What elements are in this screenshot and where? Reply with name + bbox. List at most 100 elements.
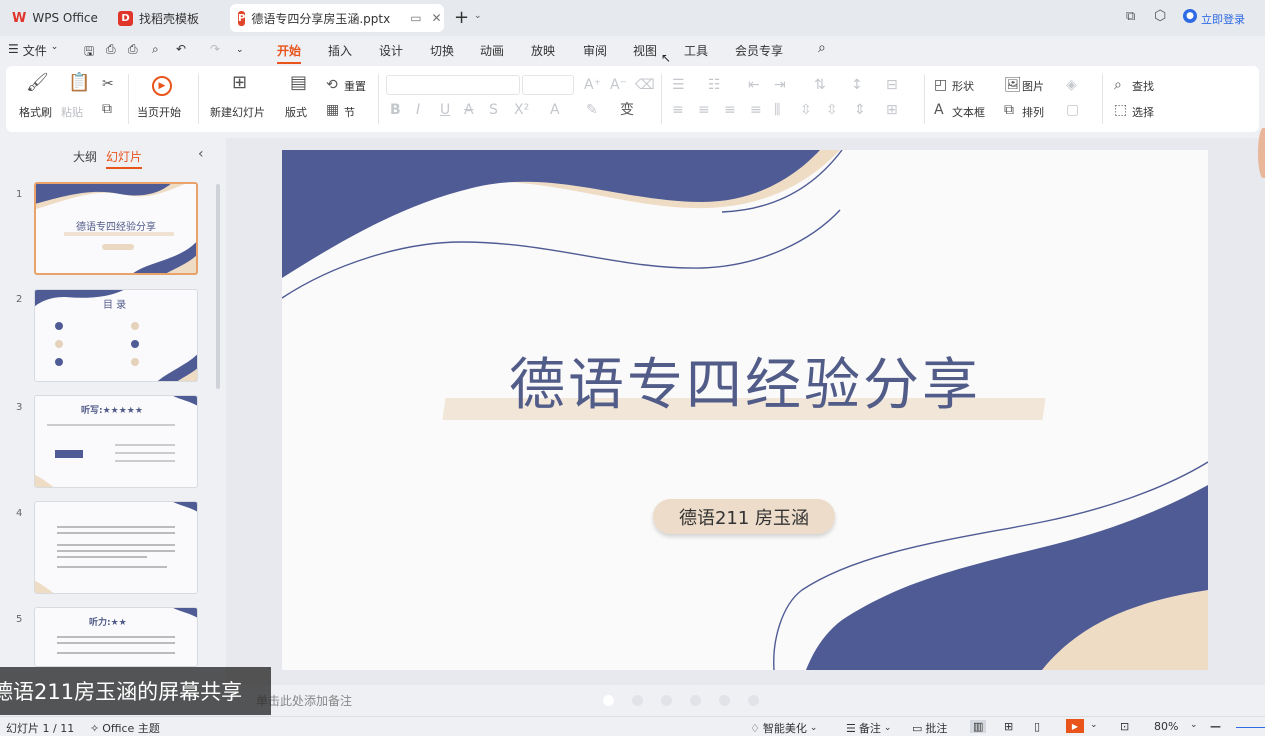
font-family-select[interactable] [386,75,520,95]
print-preview-icon[interactable]: ⌕ [152,42,159,57]
save-icon[interactable]: 🖫 [84,42,94,63]
decrease-indent-icon[interactable]: ⇤ [748,78,760,92]
play-from-current-button[interactable]: 当页开始 [137,104,181,120]
reset-button[interactable]: 重置 [344,78,366,94]
export-pdf-icon[interactable]: ⎙ [106,42,116,57]
highlight-icon[interactable]: ✎ [586,103,598,117]
underline-icon[interactable]: U [440,103,450,117]
slide-thumbnail-4[interactable] [34,501,198,594]
page-dot[interactable] [661,695,672,706]
page-dot[interactable] [632,695,643,706]
superscript-icon[interactable]: X² [514,103,529,117]
normal-view-icon[interactable]: ▥ [970,720,987,733]
file-menu[interactable]: ☰ 文件 ⌄ [8,42,58,59]
reading-view-icon[interactable]: ▯ [1034,720,1040,733]
monitor-icon[interactable]: ▭ [410,11,421,25]
chevron-down-icon[interactable]: ⌄ [1090,720,1098,730]
layout-button[interactable]: 版式 [285,104,307,120]
zoom-out-icon[interactable]: — [1210,720,1221,733]
textbox-button[interactable]: 文本框 [952,104,985,120]
user-avatar-icon[interactable]: ● [1183,9,1197,23]
decrease-font-icon[interactable]: A⁻ [610,78,627,92]
comments-button[interactable]: ▭ 批注 [912,720,947,736]
numbered-list-icon[interactable]: ☷ [708,78,721,92]
new-slide-button[interactable]: 新建幻灯片 [210,104,265,120]
scrollbar-thumb[interactable] [216,184,220,389]
fit-window-icon[interactable]: ⊡ [1120,720,1129,733]
window-restore-icon[interactable]: ⧉ [1126,9,1135,24]
login-link[interactable]: 立即登录 [1201,11,1245,27]
paste-icon[interactable]: 📋 [68,74,90,92]
shape-button[interactable]: 形状 [952,78,974,94]
slide-title[interactable]: 德语专四经验分享 [282,340,1208,421]
close-tab-icon[interactable]: ✕ [432,11,442,25]
picture-button[interactable]: 图片 [1022,78,1044,94]
new-slide-icon[interactable]: ⊞ [232,74,247,92]
shadow-icon[interactable]: S [489,103,498,117]
copy-icon[interactable]: ⧉ [102,102,112,116]
paragraph-settings-icon[interactable]: ⇕ [854,103,866,117]
bullet-list-icon[interactable]: ☰ [672,78,685,92]
columns-icon[interactable]: ⊞ [886,103,898,117]
fill-color-icon[interactable]: ◈ [1066,78,1077,92]
notes-toggle-button[interactable]: ☰ 备注 ⌄ [846,720,891,736]
bold-icon[interactable]: B [390,103,401,117]
tab-docer-templates[interactable]: D 找稻壳模板 [110,4,226,32]
clear-format-icon[interactable]: ⌫ [635,78,655,92]
page-dot-active[interactable] [603,695,614,706]
cube-icon[interactable]: ⬡ [1154,8,1166,24]
slides-tab[interactable]: 幻灯片 [106,148,143,169]
menu-tab-review[interactable]: 审阅 [583,42,607,59]
redo-icon[interactable]: ↷ [210,42,220,56]
theme-indicator[interactable]: ✧ Office 主题 [90,720,160,736]
search-icon[interactable]: ⌕ [818,40,826,56]
collapse-pane-icon[interactable]: ‹ [198,146,204,162]
slide-thumbnail-3[interactable]: 听写:★★★★★ [34,395,198,488]
sort-icon[interactable]: ↕ [851,78,863,92]
smart-beautify-button[interactable]: ♢ 智能美化 ⌄ [750,720,817,736]
increase-font-icon[interactable]: A⁺ [584,78,601,92]
slide-thumbnail-1[interactable]: 德语专四经验分享 [34,182,198,275]
tab-wps-office[interactable]: W WPS Office [4,4,104,32]
menu-tab-slideshow[interactable]: 放映 [531,42,555,59]
increase-indent-icon[interactable]: ⇥ [774,78,786,92]
menu-tab-animation[interactable]: 动画 [480,42,504,59]
format-painter-button[interactable]: 格式刷 [19,104,52,120]
font-size-select[interactable] [522,75,574,95]
font-color-icon[interactable]: A [550,103,560,117]
new-tab-icon[interactable]: + [454,7,469,28]
slide-subtitle[interactable]: 德语211 房玉涵 [653,499,835,534]
menu-tab-view[interactable]: 视图 [633,42,657,59]
undo-icon[interactable]: ↶ [176,42,186,56]
play-icon[interactable]: ▶ [152,76,172,96]
align-left-icon[interactable]: ≡ [672,103,684,117]
outline-color-icon[interactable]: ▢ [1066,103,1079,117]
select-button[interactable]: 选择 [1132,104,1154,120]
outline-tab[interactable]: 大纲 [73,148,97,165]
page-dot[interactable] [748,695,759,706]
line-spacing-icon[interactable]: ⇳ [800,103,812,117]
menu-tab-home[interactable]: 开始 [277,42,302,64]
character-spacing-icon[interactable]: 变 [620,103,634,117]
chevron-down-icon[interactable]: ⌄ [1190,720,1198,730]
tab-pptx-document[interactable]: P 德语专四分享房玉涵.pptx ▭ ✕ [230,4,444,32]
slide-thumbnail-5[interactable]: 听力:★★ [34,607,198,667]
convert-smartart-icon[interactable]: ⊟ [886,78,898,92]
menu-tab-transition[interactable]: 切换 [430,42,454,59]
align-center-icon[interactable]: ≡ [698,103,710,117]
menu-tab-insert[interactable]: 插入 [328,42,352,59]
current-slide[interactable]: 德语专四经验分享 德语211 房玉涵 [282,150,1208,670]
page-dot[interactable] [690,695,701,706]
notes-pane[interactable]: 单击此处添加备注 [226,686,1265,714]
chevron-down-icon[interactable]: ⌄ [236,45,244,55]
slideshow-play-icon[interactable]: ▶ [1066,719,1084,733]
paste-button[interactable]: 粘贴 [61,104,83,120]
slide-sorter-icon[interactable]: ⊞ [1004,720,1013,733]
arrange-button[interactable]: 排列 [1022,104,1044,120]
text-direction-icon[interactable]: ⇅ [814,78,826,92]
menu-tab-member[interactable]: 会员专享 [735,42,783,59]
format-painter-icon[interactable]: 🖌 [26,74,49,92]
zoom-level[interactable]: 80% [1154,720,1178,733]
chevron-down-icon[interactable]: ⌄ [474,11,482,21]
page-dot[interactable] [719,695,730,706]
